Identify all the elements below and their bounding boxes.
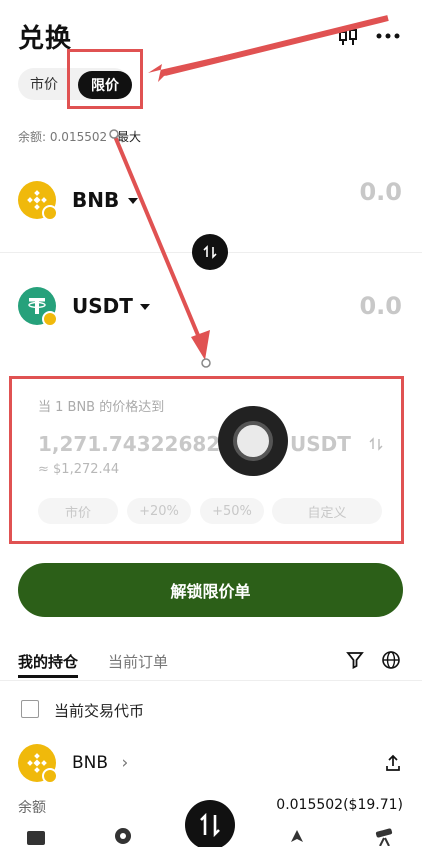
current-token-checkbox[interactable] bbox=[21, 700, 39, 718]
chevron-down-icon[interactable] bbox=[140, 304, 150, 310]
chain-badge-icon bbox=[42, 768, 58, 784]
holding-balance-label: 余额 bbox=[18, 800, 46, 816]
page-title: 兑换 bbox=[18, 24, 73, 54]
share-svg bbox=[386, 754, 400, 771]
filter-icon[interactable] bbox=[346, 651, 364, 673]
share-icon[interactable] bbox=[384, 754, 402, 776]
annotation-arrow-to-price-box bbox=[191, 330, 210, 360]
chevron-down-icon[interactable] bbox=[128, 198, 138, 204]
swap-vertical-icon bbox=[200, 813, 220, 837]
current-token-label: 当前交易代币 bbox=[54, 702, 145, 720]
max-button[interactable]: 最大 bbox=[117, 130, 141, 144]
balance-text: 余额: 0.015502 bbox=[18, 130, 108, 144]
globe-icon[interactable] bbox=[381, 650, 401, 674]
to-token-symbol[interactable]: USDT bbox=[72, 294, 133, 318]
filter-funnel bbox=[346, 652, 364, 669]
highlight-box-limit-price bbox=[9, 376, 404, 544]
more-dots bbox=[376, 33, 400, 39]
candlestick-icon-svg bbox=[339, 27, 357, 45]
from-token-symbol[interactable]: BNB bbox=[72, 188, 119, 212]
highlight-box-limit-tab bbox=[67, 49, 143, 109]
rocket-icon[interactable] bbox=[287, 826, 307, 846]
wallet-icon[interactable] bbox=[26, 828, 46, 846]
more-icon[interactable] bbox=[374, 22, 402, 50]
candlestick-icon[interactable] bbox=[334, 22, 362, 50]
holding-symbol[interactable]: BNB › bbox=[72, 753, 128, 773]
swap-direction-button[interactable] bbox=[192, 234, 228, 270]
to-amount-input[interactable]: 0.0 bbox=[359, 292, 402, 320]
unlock-limit-order-button[interactable]: 解锁限价单 bbox=[18, 563, 403, 617]
discover-icon[interactable] bbox=[113, 826, 133, 846]
active-tab-indicator bbox=[18, 675, 78, 678]
chain-badge-icon bbox=[42, 311, 58, 327]
holding-balance-value: 0.015502($19.71) bbox=[276, 797, 403, 813]
from-amount-input[interactable]: 0.0 bbox=[359, 178, 402, 206]
tab-current-orders[interactable]: 当前订单 bbox=[108, 651, 168, 672]
annotation-dot-end bbox=[201, 358, 211, 368]
swap-arrows-icon bbox=[203, 245, 217, 259]
tab-market[interactable]: 市价 bbox=[30, 74, 58, 94]
trade-nav-button[interactable] bbox=[185, 800, 235, 847]
holding-symbol-text: BNB bbox=[72, 753, 109, 773]
chain-badge-icon bbox=[42, 205, 58, 221]
globe-svg bbox=[382, 651, 400, 669]
telescope-icon[interactable] bbox=[374, 826, 396, 846]
divider bbox=[0, 680, 422, 681]
chevron-right-icon: › bbox=[121, 753, 129, 773]
balance-line: 余额: 0.015502 最大 bbox=[18, 128, 141, 145]
tab-my-holdings[interactable]: 我的持仓 bbox=[18, 651, 78, 672]
